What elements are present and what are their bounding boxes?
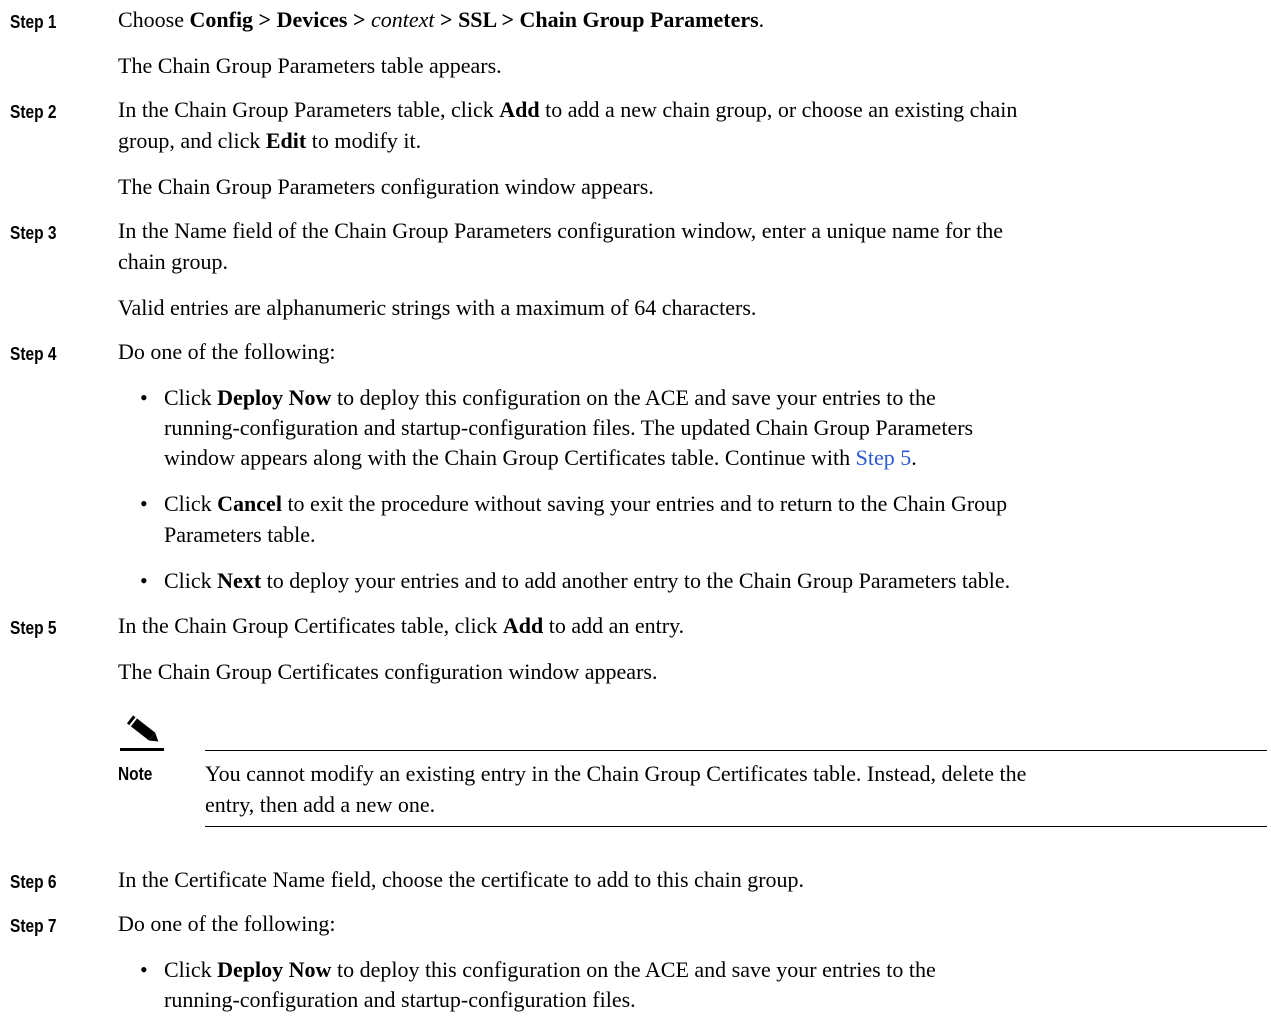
step-1-result: The Chain Group Parameters table appears… <box>118 53 502 78</box>
note-text-line2: entry, then add a new one. <box>205 792 436 817</box>
step-6-text: In the Certificate Name field, choose th… <box>118 867 805 892</box>
note-top-rule <box>205 750 1267 751</box>
step-7-intro: Do one of the following: <box>118 911 336 936</box>
step-3-label: Step 3 <box>10 223 57 243</box>
step-5-label: Step 5 <box>10 618 57 638</box>
step-5-result: The Chain Group Certificates configurati… <box>118 659 658 684</box>
step-7-option-deploy-line1: Click Deploy Now to deploy this configur… <box>164 957 936 982</box>
step-4-option-deploy-line2: running-configuration and startup-config… <box>164 415 974 440</box>
step-4-option-cancel-line1: Click Cancel to exit the procedure witho… <box>164 491 1008 516</box>
step-2-result: The Chain Group Parameters configuration… <box>118 174 654 199</box>
step-3-text-line1: In the Name field of the Chain Group Par… <box>118 218 1004 243</box>
step-1-text: Choose Config > Devices > context > SSL … <box>118 7 765 32</box>
step-4-intro: Do one of the following: <box>118 339 336 364</box>
step-5-link[interactable]: Step 5 <box>856 445 912 470</box>
bullet-dot: • <box>140 957 148 982</box>
step-3-result: Valid entries are alphanumeric strings w… <box>118 295 757 320</box>
step-2-text-line2: group, and click Edit to modify it. <box>118 128 422 153</box>
step-4-option-deploy-line1: Click Deploy Now to deploy this configur… <box>164 385 936 410</box>
step-7-option-deploy-line2: running-configuration and startup-config… <box>164 987 636 1012</box>
step-4-option-cancel-line2: Parameters table. <box>164 522 316 547</box>
step-7-label: Step 7 <box>10 916 57 936</box>
step-4-label: Step 4 <box>10 344 57 364</box>
bullet-dot: • <box>140 568 148 593</box>
note-label: Note <box>118 764 153 784</box>
step-5-text: In the Chain Group Certificates table, c… <box>118 613 685 638</box>
pencil-icon <box>120 712 164 752</box>
note-bottom-rule <box>205 826 1267 827</box>
step-4-option-next: Click Next to deploy your entries and to… <box>164 568 1011 593</box>
step-2-label: Step 2 <box>10 102 57 122</box>
step-6-label: Step 6 <box>10 872 57 892</box>
bullet-dot: • <box>140 385 148 410</box>
step-3-text-line2: chain group. <box>118 249 228 274</box>
step-2-text-line1: In the Chain Group Parameters table, cli… <box>118 97 1018 122</box>
step-1-label: Step 1 <box>10 12 57 32</box>
note-text-line1: You cannot modify an existing entry in t… <box>205 761 1027 786</box>
bullet-dot: • <box>140 491 148 516</box>
step-4-option-deploy-line3: window appears along with the Chain Grou… <box>164 445 917 470</box>
